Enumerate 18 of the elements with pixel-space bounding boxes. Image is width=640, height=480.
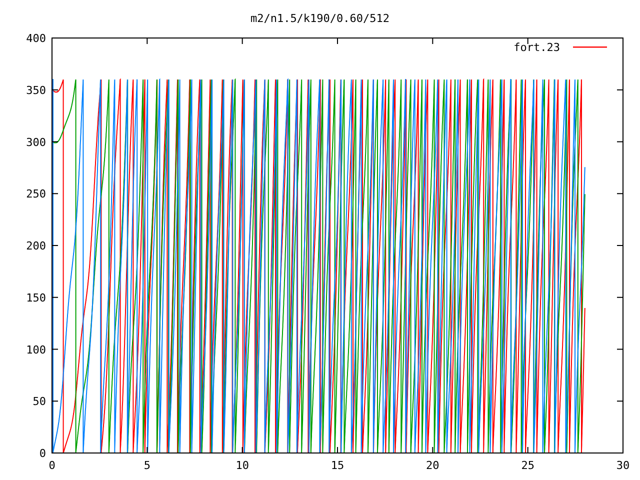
y-tick-label: 50 xyxy=(32,395,46,408)
x-tick-label: 25 xyxy=(521,459,534,472)
y-tick-label: 150 xyxy=(26,291,46,304)
y-tick-label: 0 xyxy=(39,447,46,460)
x-tick-label: 10 xyxy=(236,459,249,472)
chart-title: m2/n1.5/k190/0.60/512 xyxy=(250,12,390,25)
y-tick-label: 300 xyxy=(26,136,46,149)
y-tick-label: 200 xyxy=(26,240,46,252)
x-tick-label: 15 xyxy=(330,459,344,472)
x-tick-label: 30 xyxy=(616,459,630,472)
y-tick-label: 400 xyxy=(26,32,46,45)
y-tick-label: 250 xyxy=(26,188,46,201)
x-tick-label: 0 xyxy=(48,459,56,472)
x-tick-label: 20 xyxy=(426,459,440,472)
x-tick-label: 5 xyxy=(144,459,150,472)
legend-label: fort.23 xyxy=(514,41,560,54)
y-tick-label: 100 xyxy=(26,343,46,356)
y-tick-label: 350 xyxy=(26,84,46,97)
